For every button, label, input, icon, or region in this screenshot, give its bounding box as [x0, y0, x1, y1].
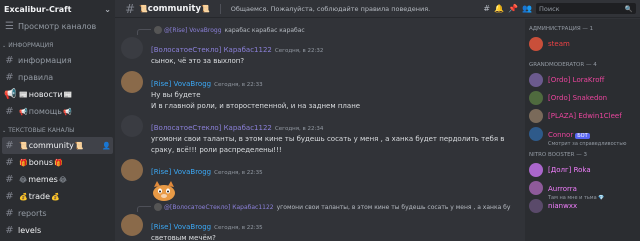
message-text: Ну вы будете — [151, 91, 201, 99]
channel-sidebar: Excalibur-Craft ⌄ ☰ Просмотр каналов ⌄ и… — [0, 0, 115, 241]
channel-reports[interactable]: # reports — [0, 205, 115, 222]
member-status: Смотрит за справедливостью — [548, 140, 627, 147]
member-list: Администрация — 1 steam GRANDMODERATOR —… — [525, 19, 640, 241]
avatar[interactable] — [121, 214, 143, 236]
hash-icon: # — [5, 140, 14, 151]
reply-preview[interactable]: @[ВолосатоеСтекло] Карабас1122 угомони с… — [137, 202, 510, 212]
timestamp: Сегодня, в 22:35 — [214, 170, 263, 176]
reply-spine — [137, 29, 151, 35]
avatar — [529, 91, 543, 105]
channel-info[interactable]: # информация — [0, 52, 115, 69]
bot-badge: БОТ — [575, 132, 590, 139]
hash-icon: # — [5, 208, 14, 219]
author-name[interactable]: [ВолосатоеСтекло] Карабас1122 — [151, 46, 272, 54]
message-text: И в главной роли, и второстепенной, и на… — [151, 102, 361, 110]
member-item[interactable]: Connor БОТ Смотрит за справедливостью — [525, 125, 640, 147]
member-category: GRANDMODERATOR — 4 — [529, 62, 597, 68]
member-item[interactable]: steam — [525, 35, 640, 53]
message-text: сраку, всё!!! роли распределены!!! — [151, 146, 282, 154]
timestamp: Сегодня, в 22:33 — [214, 82, 263, 88]
server-header[interactable]: Excalibur-Craft ⌄ — [0, 0, 115, 18]
message-text: угомони свои таланты, в этом кине ты буд… — [151, 135, 505, 143]
hash-icon: # — [5, 225, 14, 236]
cat-face-icon — [153, 181, 175, 201]
avatar — [529, 109, 543, 123]
pin-icon[interactable]: 📌 — [508, 4, 518, 13]
caret-icon: ⌄ — [2, 127, 7, 134]
author-name[interactable]: [ВолосатоеСтекло] Карабас1122 — [151, 124, 272, 132]
member-item[interactable]: nianwxx — [525, 197, 640, 215]
channel-header: # 📜 community 📜 Общаемся. Пожалуйста, со… — [115, 0, 640, 18]
avatar[interactable] — [121, 37, 143, 59]
author-name[interactable]: [Rise] VovaBrogg — [151, 223, 211, 231]
sticker-image[interactable] — [151, 181, 177, 201]
chevron-down-icon[interactable]: ⌄ — [104, 5, 111, 14]
channel-community[interactable]: # 📜 community 📜 👤 — [2, 137, 113, 154]
author-name[interactable]: [Rise] VovaBrogg — [151, 80, 211, 88]
avatar — [529, 73, 543, 87]
member-item[interactable]: Aurrorra Там на мне и тьма 💎 — [525, 179, 640, 201]
reply-preview[interactable]: @[Rise] VovaBrogg карабас карабас караба… — [137, 25, 305, 35]
message-list: @[Rise] VovaBrogg карабас карабас караба… — [115, 19, 525, 241]
avatar-mini — [154, 203, 162, 211]
category-text[interactable]: ⌄ текстовые каналы — [0, 124, 115, 137]
avatar — [529, 181, 543, 195]
search-icon: 🔍 — [624, 4, 633, 13]
bell-icon[interactable]: 🔔 — [494, 4, 504, 13]
channel-trade[interactable]: # 💰 trade 💰 — [0, 188, 115, 205]
hash-icon: # — [5, 191, 14, 202]
avatar-mini — [154, 26, 162, 34]
channel-news[interactable]: 📢 📰 новости 📰 — [0, 86, 115, 103]
server-name: Excalibur-Craft — [4, 4, 72, 14]
members-icon[interactable]: 👥 — [522, 4, 532, 13]
add-member-icon[interactable]: 👤 — [102, 142, 111, 150]
browse-channels[interactable]: ☰ Просмотр каналов — [0, 18, 115, 35]
channel-memes[interactable]: # 😂 memes 😂 — [0, 171, 115, 188]
timestamp: Сегодня, в 22:32 — [274, 48, 324, 54]
avatar[interactable] — [121, 71, 143, 93]
member-category: NITRO BOOSTER — 3 — [529, 152, 587, 158]
avatar — [529, 37, 543, 51]
caret-icon: ⌄ — [2, 42, 7, 49]
divider — [219, 3, 221, 14]
search-input[interactable]: Поиск 🔍 — [536, 3, 636, 14]
timestamp: Сегодня, в 22:35 — [214, 225, 263, 231]
channel-bonus[interactable]: # 🎁 bonus 🎁 — [0, 154, 115, 171]
avatar[interactable] — [121, 159, 143, 181]
hash-icon: # — [5, 174, 14, 185]
member-item[interactable]: [Ordo] Snakedon — [525, 89, 640, 107]
channel-rules[interactable]: # правила — [0, 69, 115, 86]
channel-levels[interactable]: # levels — [0, 222, 115, 239]
avatar — [529, 199, 543, 213]
member-category: Администрация — 1 — [529, 26, 594, 32]
avatar — [529, 163, 543, 177]
hash-icon: # — [5, 106, 14, 117]
timestamp: Сегодня, в 22:34 — [274, 126, 324, 132]
author-name[interactable]: [Rise] VovaBrogg — [151, 168, 211, 176]
hash-icon: # — [5, 55, 14, 66]
channel-help[interactable]: # 📢 помощь 📢 — [0, 103, 115, 120]
avatar[interactable] — [121, 115, 143, 137]
hash-icon: # — [125, 1, 136, 16]
browse-icon: ☰ — [5, 21, 14, 32]
channel-topic[interactable]: Общаемся. Пожалуйста, соблюдайте правила… — [231, 5, 431, 13]
hash-icon: # — [5, 72, 14, 83]
member-item[interactable]: [Ordo] LoraKroff — [525, 71, 640, 89]
avatar — [529, 127, 543, 141]
hash-icon: # — [5, 157, 14, 168]
message-text: световым мечём? — [151, 234, 216, 241]
message-text: сынок, чё это за выхлоп? — [151, 57, 245, 65]
threads-icon[interactable]: # — [483, 4, 490, 13]
megaphone-icon: 📢 — [4, 89, 17, 100]
reply-spine — [137, 206, 151, 212]
channel-title: community — [147, 3, 201, 14]
category-info[interactable]: ⌄ информация — [0, 39, 115, 52]
